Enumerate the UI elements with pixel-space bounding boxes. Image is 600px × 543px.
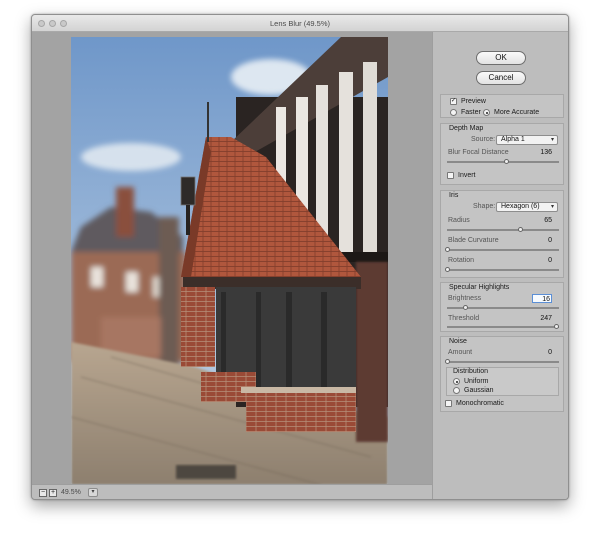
focal-distance-value[interactable]: 136 bbox=[532, 148, 552, 157]
specular-highlights-group: Specular Highlights Brightness 16 Thresh… bbox=[440, 282, 564, 332]
threshold-label: Threshold bbox=[448, 315, 480, 322]
settings-panel: OK Cancel ✓ Preview Faster More Accurate… bbox=[432, 32, 568, 499]
brightness-value[interactable]: 16 bbox=[532, 294, 552, 303]
zoom-in-button[interactable]: + bbox=[49, 489, 57, 497]
radius-thumb[interactable] bbox=[517, 227, 523, 232]
threshold-value[interactable]: 247 bbox=[532, 314, 552, 323]
title-bar[interactable]: Lens Blur (49.5%) bbox=[32, 15, 568, 32]
iris-group: Iris Shape: Hexagon (6) ▾ Radius 65 Blad… bbox=[440, 190, 564, 278]
zoom-menu-button[interactable]: ▾ bbox=[88, 488, 98, 497]
uniform-radio[interactable] bbox=[453, 378, 460, 385]
noise-group: Noise Amount 0 Distribution Uniform Gaus… bbox=[440, 336, 564, 412]
focal-distance-slider[interactable] bbox=[447, 161, 559, 163]
noise-title: Noise bbox=[449, 338, 467, 345]
amount-thumb[interactable] bbox=[445, 359, 450, 364]
iris-title: Iris bbox=[449, 192, 459, 199]
brightness-label: Brightness bbox=[448, 295, 482, 302]
source-label: Source: bbox=[471, 136, 496, 143]
street-scene-image bbox=[71, 37, 388, 485]
monochromatic-checkbox[interactable] bbox=[445, 400, 452, 407]
amount-slider[interactable] bbox=[447, 361, 559, 363]
distribution-title: Distribution bbox=[453, 368, 489, 375]
focal-distance-label: Blur Focal Distance bbox=[448, 149, 509, 156]
shape-value: Hexagon (6) bbox=[501, 203, 540, 210]
window-title: Lens Blur (49.5%) bbox=[269, 19, 331, 28]
rotation-thumb[interactable] bbox=[445, 267, 450, 272]
invert-label: Invert bbox=[458, 172, 476, 179]
zoom-level: 49.5% bbox=[61, 489, 81, 496]
uniform-label: Uniform bbox=[464, 378, 489, 385]
shape-select[interactable]: Hexagon (6) ▾ bbox=[496, 202, 558, 212]
lens-blur-dialog: Lens Blur (49.5%) − + 49.5% ▾ OK Cancel … bbox=[31, 14, 569, 500]
preview-image[interactable] bbox=[71, 37, 388, 485]
chevron-down-icon: ▾ bbox=[550, 137, 554, 143]
blade-curvature-slider[interactable] bbox=[447, 249, 559, 251]
radius-value[interactable]: 65 bbox=[532, 216, 552, 225]
shape-label: Shape: bbox=[473, 203, 496, 210]
source-select[interactable]: Alpha 1 ▾ bbox=[496, 135, 558, 145]
threshold-slider[interactable] bbox=[447, 326, 559, 328]
depth-map-title: Depth Map bbox=[449, 125, 484, 132]
chevron-down-icon: ▾ bbox=[550, 204, 554, 210]
source-value: Alpha 1 bbox=[501, 136, 525, 143]
rotation-slider[interactable] bbox=[447, 269, 559, 271]
brightness-thumb[interactable] bbox=[462, 305, 468, 310]
gaussian-label: Gaussian bbox=[464, 387, 494, 394]
faster-radio[interactable] bbox=[450, 109, 457, 116]
preview-label: Preview bbox=[461, 98, 486, 105]
radius-label: Radius bbox=[448, 217, 470, 224]
invert-checkbox[interactable] bbox=[447, 172, 454, 179]
faster-label: Faster bbox=[461, 109, 481, 116]
cancel-button[interactable]: Cancel bbox=[476, 71, 526, 85]
gaussian-radio[interactable] bbox=[453, 387, 460, 394]
preview-group: ✓ Preview Faster More Accurate bbox=[440, 94, 564, 118]
focal-distance-thumb[interactable] bbox=[504, 159, 510, 164]
more-accurate-label: More Accurate bbox=[494, 109, 540, 116]
more-accurate-radio[interactable] bbox=[483, 109, 490, 116]
blade-curvature-label: Blade Curvature bbox=[448, 237, 499, 244]
zoom-out-button[interactable]: − bbox=[39, 489, 47, 497]
depth-map-group: Depth Map Source: Alpha 1 ▾ Blur Focal D… bbox=[440, 123, 564, 185]
monochromatic-label: Monochromatic bbox=[456, 400, 504, 407]
ok-button[interactable]: OK bbox=[476, 51, 526, 65]
radius-slider[interactable] bbox=[447, 229, 559, 231]
specular-highlights-title: Specular Highlights bbox=[449, 284, 510, 291]
blade-curvature-value[interactable]: 0 bbox=[532, 236, 552, 245]
preview-checkbox[interactable]: ✓ bbox=[450, 98, 457, 105]
amount-label: Amount bbox=[448, 349, 473, 356]
status-bar: − + 49.5% ▾ bbox=[32, 484, 432, 499]
rotation-label: Rotation bbox=[448, 257, 475, 264]
threshold-thumb[interactable] bbox=[553, 324, 559, 329]
blade-curvature-thumb[interactable] bbox=[445, 247, 450, 252]
rotation-value[interactable]: 0 bbox=[532, 256, 552, 265]
distribution-group: Distribution Uniform Gaussian bbox=[446, 367, 559, 396]
amount-value[interactable]: 0 bbox=[532, 348, 552, 357]
